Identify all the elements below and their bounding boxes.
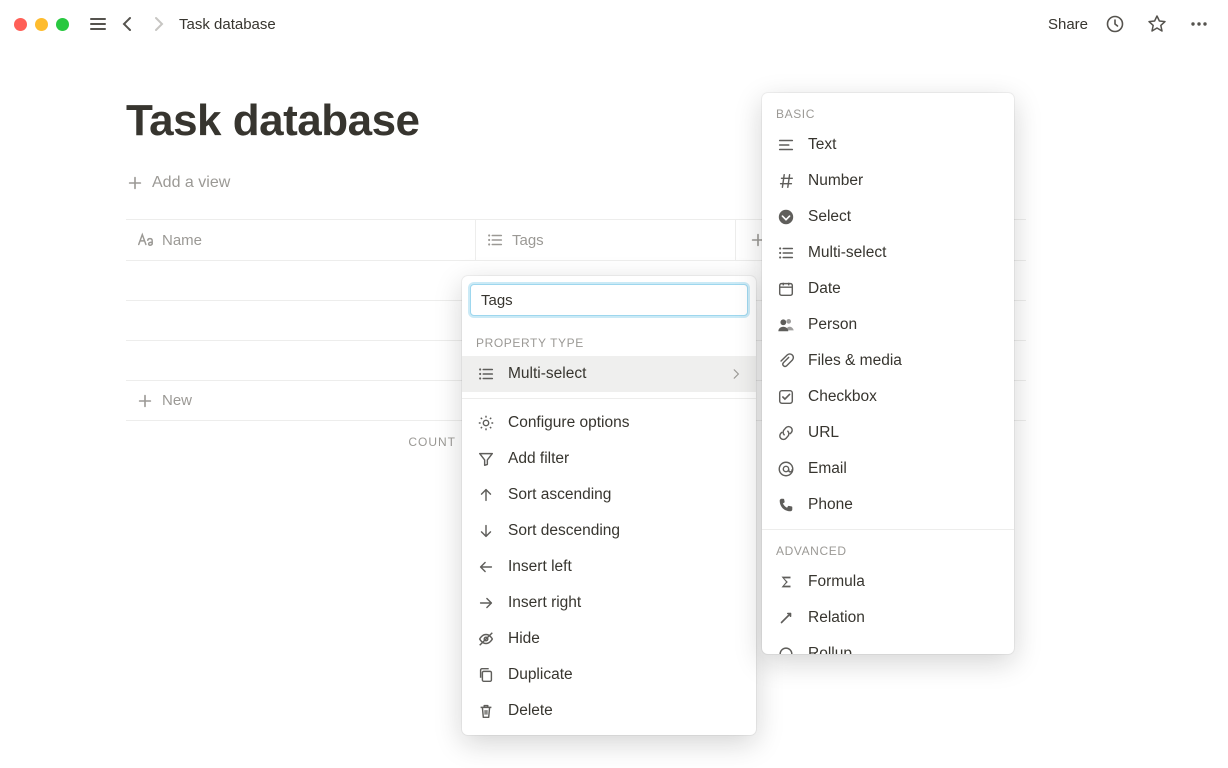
type-checkbox[interactable]: Checkbox (762, 379, 1014, 415)
arrow-down-icon (476, 521, 496, 541)
favorite-icon[interactable] (1142, 9, 1172, 39)
multi-select-icon (486, 231, 504, 249)
more-icon[interactable] (1184, 9, 1214, 39)
updates-icon[interactable] (1100, 9, 1130, 39)
back-button[interactable] (113, 9, 143, 39)
window-controls (14, 18, 69, 31)
share-button[interactable]: Share (1048, 16, 1088, 33)
sort-ascending[interactable]: Sort ascending (462, 477, 756, 513)
breadcrumb[interactable]: Task database (179, 16, 276, 33)
property-type-submenu: BASIC Text Number Select Multi-select Da… (762, 93, 1014, 654)
arrow-right-icon (476, 593, 496, 613)
sort-descending[interactable]: Sort descending (462, 513, 756, 549)
at-icon (776, 459, 796, 479)
type-relation[interactable]: Relation (762, 600, 1014, 636)
select-icon (776, 207, 796, 227)
person-icon (776, 315, 796, 335)
type-select[interactable]: Select (762, 199, 1014, 235)
type-phone[interactable]: Phone (762, 487, 1014, 523)
property-menu: PROPERTY TYPE Multi-select Configure opt… (462, 276, 756, 735)
hamburger-icon[interactable] (83, 9, 113, 39)
phone-icon (776, 495, 796, 515)
relation-icon (776, 608, 796, 628)
type-email[interactable]: Email (762, 451, 1014, 487)
type-text[interactable]: Text (762, 127, 1014, 163)
paperclip-icon (776, 351, 796, 371)
type-rollup[interactable]: Rollup (762, 636, 1014, 654)
plus-icon (136, 392, 154, 410)
type-person[interactable]: Person (762, 307, 1014, 343)
type-formula[interactable]: Formula (762, 564, 1014, 600)
section-label-basic: BASIC (762, 93, 1014, 127)
arrow-up-icon (476, 485, 496, 505)
chevron-right-icon (730, 367, 744, 381)
property-type-row[interactable]: Multi-select (462, 356, 756, 392)
insert-left[interactable]: Insert left (462, 549, 756, 585)
type-date[interactable]: Date (762, 271, 1014, 307)
type-files[interactable]: Files & media (762, 343, 1014, 379)
hash-icon (776, 171, 796, 191)
delete-property[interactable]: Delete (462, 693, 756, 729)
rollup-icon (776, 644, 796, 654)
multi-select-icon (776, 243, 796, 263)
multi-select-icon (476, 364, 496, 384)
column-header-name[interactable]: Name (126, 220, 476, 260)
eye-off-icon (476, 629, 496, 649)
calendar-icon (776, 279, 796, 299)
section-label-property-type: PROPERTY TYPE (462, 324, 756, 356)
column-header-tags[interactable]: Tags (476, 220, 736, 260)
checkbox-icon (776, 387, 796, 407)
configure-options[interactable]: Configure options (462, 405, 756, 441)
section-label-advanced: ADVANCED (762, 536, 1014, 564)
add-filter[interactable]: Add filter (462, 441, 756, 477)
type-url[interactable]: URL (762, 415, 1014, 451)
hide-property[interactable]: Hide (462, 621, 756, 657)
plus-icon (126, 174, 144, 192)
insert-right[interactable]: Insert right (462, 585, 756, 621)
title-icon (136, 231, 154, 249)
close-window[interactable] (14, 18, 27, 31)
minimize-window[interactable] (35, 18, 48, 31)
add-view-label: Add a view (152, 174, 230, 192)
link-icon (776, 423, 796, 443)
duplicate-property[interactable]: Duplicate (462, 657, 756, 693)
forward-button (143, 9, 173, 39)
property-name-input[interactable] (470, 284, 748, 316)
sigma-icon (776, 572, 796, 592)
zoom-window[interactable] (56, 18, 69, 31)
text-icon (776, 135, 796, 155)
gear-icon (476, 413, 496, 433)
filter-icon (476, 449, 496, 469)
duplicate-icon (476, 665, 496, 685)
arrow-left-icon (476, 557, 496, 577)
trash-icon (476, 701, 496, 721)
add-view-button[interactable]: Add a view (126, 174, 230, 192)
topbar: Task database Share (0, 0, 1228, 48)
type-number[interactable]: Number (762, 163, 1014, 199)
count-label: COUNT (126, 435, 456, 449)
type-multi-select[interactable]: Multi-select (762, 235, 1014, 271)
